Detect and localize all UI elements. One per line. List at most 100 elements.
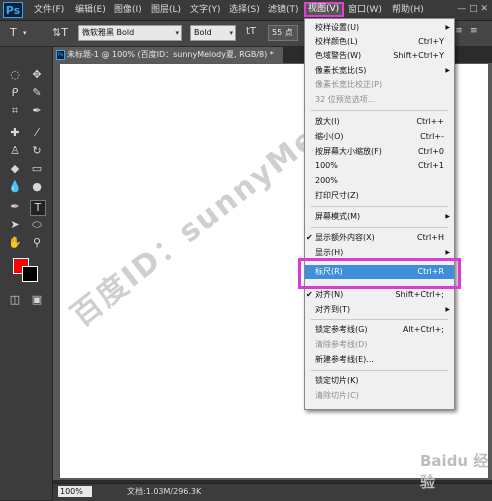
menu-item-snap-to[interactable]: 对齐到(T) ▶ (305, 303, 454, 317)
menu-item-label: 按屏幕大小缩放(F) (315, 147, 382, 156)
font-size-value: 55 点 (272, 28, 293, 37)
baidu-logo-watermark: Baidu 经验 (420, 452, 489, 491)
ps-document-icon: Ps (56, 50, 65, 60)
crop-icon[interactable]: ⌗ (8, 104, 22, 118)
menu-item-shortcut: Shift+Ctrl+Y (393, 51, 444, 60)
menu-select[interactable]: 选择(S) (229, 3, 260, 17)
menu-image[interactable]: 图像(I) (114, 3, 142, 17)
menu-item-100-percent[interactable]: 100% Ctrl+1 (305, 159, 454, 173)
menu-separator (311, 227, 448, 228)
pen-icon[interactable]: ✒ (8, 200, 22, 214)
menu-filter[interactable]: 滤镜(T) (268, 3, 299, 17)
menu-item-proof-colors[interactable]: 校样颜色(L) Ctrl+Y (305, 35, 454, 49)
shape-icon[interactable]: ⬭ (30, 218, 44, 232)
blur-icon[interactable]: 💧 (8, 180, 22, 194)
screen-mode-icon[interactable]: ▣ (30, 293, 44, 307)
menu-item-label: 校样颜色(L) (315, 37, 358, 46)
font-style-value: Bold (194, 28, 212, 37)
menu-item-pixel-aspect-correction: 像素长宽比校正(P) (305, 78, 454, 92)
zoom-icon[interactable]: ⚲ (30, 236, 44, 250)
zoom-field[interactable]: 100% (58, 486, 92, 497)
menu-help[interactable]: 帮助(H) (392, 3, 424, 17)
menu-item-shortcut: Ctrl++ (416, 117, 444, 126)
brush-icon[interactable]: ⁄ (30, 126, 44, 140)
type-tool-icon[interactable]: T (10, 26, 17, 39)
menu-item-label: 对齐(N) (315, 290, 344, 299)
menu-window[interactable]: 窗口(W) (348, 3, 382, 17)
menu-type[interactable]: 文字(Y) (190, 3, 221, 17)
quick-select-icon[interactable]: ✎ (30, 86, 44, 100)
document-info[interactable]: 文档:1.03M/296.3K (127, 486, 201, 497)
menu-item-label: 锁定切片(K) (315, 376, 359, 385)
chevron-down-icon[interactable]: ▾ (23, 29, 27, 37)
menu-item-shortcut: Shift+Ctrl+; (395, 290, 444, 299)
menu-item-clear-slices: 清除切片(C) (305, 389, 454, 403)
document-tab[interactable]: 未标题-1 @ 100% (百度ID：sunnyMelody夏, RGB/8) … (53, 47, 283, 63)
menu-item-screen-mode[interactable]: 屏幕模式(M) ▶ (305, 210, 454, 224)
menu-item-label: 屏幕模式(M) (315, 212, 361, 221)
move-icon[interactable]: ✥ (30, 68, 44, 82)
marquee-icon[interactable]: ◌ (8, 68, 22, 82)
lasso-icon[interactable]: ᑭ (8, 86, 22, 100)
menu-item-fit-on-screen[interactable]: 按屏幕大小缩放(F) Ctrl+0 (305, 145, 454, 159)
background-color-swatch[interactable] (22, 266, 38, 282)
menu-separator (311, 370, 448, 371)
dodge-icon[interactable]: ● (30, 180, 44, 194)
menu-edit[interactable]: 编辑(E) (75, 3, 106, 17)
eraser-icon[interactable]: ◆ (8, 162, 22, 176)
document-tab-title: 未标题-1 @ 100% (百度ID：sunnyMelody夏, RGB/8) … (67, 50, 274, 59)
menu-view[interactable]: 视图(V) (304, 2, 344, 17)
menu-item-snap[interactable]: ✔ 对齐(N) Shift+Ctrl+; (305, 288, 454, 302)
window-controls[interactable]: — □ ✕ (457, 4, 488, 14)
menu-separator (311, 110, 448, 111)
menu-item-label: 锁定参考线(G) (315, 325, 368, 334)
menu-item-print-size[interactable]: 打印尺寸(Z) (305, 189, 454, 203)
font-family-select[interactable]: 微软雅黑 Bold ▾ (78, 25, 182, 41)
menu-item-label: 打印尺寸(Z) (315, 191, 359, 200)
menu-item-gamut-warning[interactable]: 色域警告(W) Shift+Ctrl+Y (305, 49, 454, 63)
menu-item-label: 200% (315, 176, 338, 185)
quick-mask-icon[interactable]: ◫ (8, 293, 22, 307)
menu-item-zoom-out[interactable]: 缩小(O) Ctrl+- (305, 130, 454, 144)
menu-item-label: 像素长宽比校正(P) (315, 80, 383, 89)
checkmark-icon: ✔ (306, 290, 313, 299)
menu-file[interactable]: 文件(F) (34, 3, 64, 17)
menu-separator (311, 206, 448, 207)
menu-item-200-percent[interactable]: 200% (305, 174, 454, 188)
align-right-icon[interactable]: ≡ (455, 26, 463, 36)
healing-brush-icon[interactable]: ✚ (8, 126, 22, 140)
view-menu-dropdown: 校样设置(U) ▶ 校样颜色(L) Ctrl+Y 色域警告(W) Shift+Ctrl… (304, 18, 455, 410)
menu-item-lock-guides[interactable]: 锁定参考线(G) Alt+Ctrl+; (305, 323, 454, 337)
menu-item-pixel-aspect-ratio[interactable]: 像素长宽比(S) ▶ (305, 64, 454, 78)
menu-item-label: 清除切片(C) (315, 391, 359, 400)
menu-item-label: 校样设置(U) (315, 23, 360, 32)
menu-item-label: 新建参考线(E)... (315, 355, 374, 364)
submenu-arrow-icon: ▶ (445, 213, 450, 220)
menu-item-zoom-in[interactable]: 放大(I) Ctrl++ (305, 115, 454, 129)
menu-layer[interactable]: 图层(L) (151, 3, 181, 17)
menu-item-shortcut: Ctrl+0 (417, 147, 444, 156)
hand-icon[interactable]: ✋ (8, 236, 22, 250)
menu-item-lock-slices[interactable]: 锁定切片(K) (305, 374, 454, 388)
path-select-icon[interactable]: ➤ (8, 218, 22, 232)
rulers-highlight-box (298, 258, 461, 289)
menu-separator (311, 319, 448, 320)
type-tool-icon[interactable]: T (30, 200, 46, 216)
menu-item-label: 对齐到(T) (315, 305, 351, 314)
font-style-select[interactable]: Bold ▾ (190, 25, 236, 41)
menu-item-proof-setup[interactable]: 校样设置(U) ▶ (305, 21, 454, 35)
font-size-field[interactable]: 55 点 (268, 25, 298, 41)
menu-item-shortcut: Ctrl+Y (418, 37, 444, 46)
text-orientation-icon[interactable]: ⇅T (52, 26, 68, 39)
history-brush-icon[interactable]: ↻ (30, 144, 44, 158)
font-family-value: 微软雅黑 Bold (82, 28, 135, 37)
menu-item-label: 放大(I) (315, 117, 340, 126)
photoshop-logo: Ps (3, 2, 23, 18)
gradient-icon[interactable]: ▭ (30, 162, 44, 176)
menu-item-extras[interactable]: ✔ 显示额外内容(X) Ctrl+H (305, 231, 454, 245)
justify-icon[interactable]: ≡ (470, 26, 478, 36)
menu-item-new-guide[interactable]: 新建参考线(E)... (305, 353, 454, 367)
menu-item-shortcut: Ctrl+1 (417, 161, 444, 170)
clone-stamp-icon[interactable]: ♙ (8, 144, 22, 158)
eyedropper-icon[interactable]: ✒ (30, 104, 44, 118)
